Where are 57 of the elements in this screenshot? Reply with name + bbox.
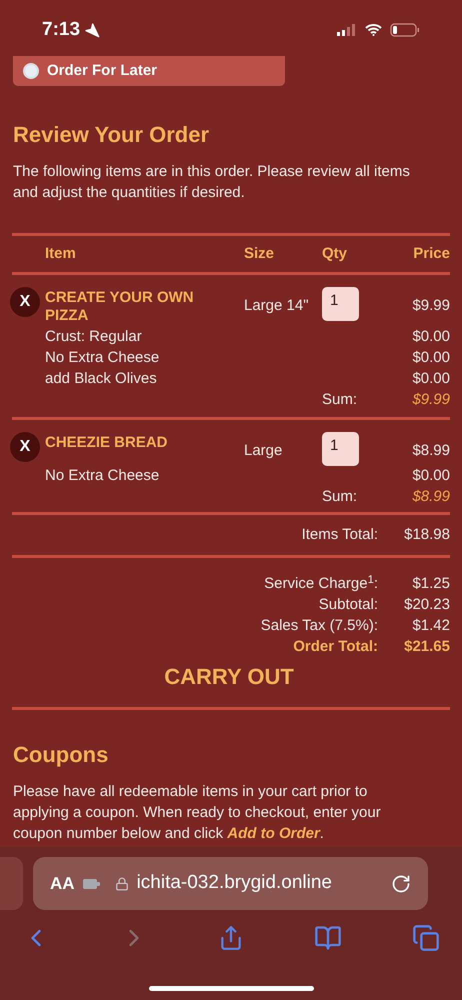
remove-button[interactable]: X — [10, 287, 40, 317]
charge-value: $1.25 — [411, 574, 450, 594]
charge-value: $21.65 — [403, 637, 450, 658]
item-option: No Extra Cheese — [45, 465, 390, 488]
quantity-field[interactable]: 1 — [322, 432, 359, 466]
option-price: $0.00 — [411, 348, 450, 368]
bookmarks-icon[interactable] — [314, 924, 342, 952]
item-sum: $9.99 — [411, 390, 450, 410]
add-to-order-link[interactable]: Add to Order — [227, 825, 320, 842]
total-label: Items Total: — [302, 524, 378, 545]
charge-label: Subtotal: — [318, 595, 378, 616]
tabs-icon[interactable] — [412, 924, 440, 952]
section-heading: Coupons — [13, 741, 110, 769]
reload-icon[interactable] — [391, 874, 411, 894]
description-text: The following items are in this order. Please review all items and adjust the quantities if desired. — [13, 162, 411, 203]
signal-icon — [337, 24, 357, 36]
option-label: Order For Later — [47, 60, 158, 81]
charge-value: $1.42 — [411, 616, 450, 636]
option-price: $0.00 — [411, 327, 450, 348]
item-price: $8.99 — [411, 441, 450, 461]
option-price: $0.00 — [411, 369, 450, 390]
location-arrow-icon — [84, 22, 100, 38]
wifi-icon — [365, 24, 382, 36]
item-option: Crust: Regular — [45, 326, 390, 349]
url-text: ichita-032.brygid.online — [136, 871, 333, 896]
option-price: $0.00 — [411, 466, 450, 486]
charge-label: Service Charge$^{1}$: — [264, 573, 378, 594]
item-sum: $8.99 — [411, 487, 450, 508]
order-type: CARRY OUT — [164, 663, 294, 691]
radio-button[interactable] — [23, 63, 39, 79]
status-time: 7:13 — [42, 18, 80, 42]
item-name: CHEEZIE BREAD — [45, 433, 169, 452]
item-price: $9.99 — [411, 296, 450, 316]
item-name: CREATE YOUR OWN PIZZA — [45, 288, 195, 325]
coupon-instructions: Please have all redeemable items in your cart prior to applying a coupon. When ready to checkout, enter your coupon number below and click Add to Order. — [13, 782, 382, 844]
sum-label: Sum: — [322, 487, 358, 508]
text-size-button[interactable]: AA — [50, 870, 75, 896]
item-size: Large — [244, 441, 284, 461]
lock-icon — [114, 876, 129, 890]
remove-button[interactable]: X — [10, 432, 40, 462]
order-for-later-option[interactable]: Order For Later — [13, 56, 285, 86]
quantity-field[interactable]: 1 — [322, 287, 359, 321]
charge-value: $20.23 — [403, 595, 450, 616]
charge-label: Order Total: — [293, 637, 378, 658]
item-option: No Extra Cheese — [45, 347, 390, 370]
section-heading: Review Your Order — [13, 121, 210, 149]
column-header: Size — [244, 244, 276, 264]
column-header: Item — [45, 244, 77, 264]
column-header: Price — [412, 244, 450, 264]
column-header: Qty — [322, 244, 348, 264]
charge-label: Sales Tax (7.5%): — [260, 616, 378, 636]
item-option: add Black Olives — [45, 368, 390, 391]
item-size: Large 14" — [244, 296, 310, 316]
address-bar[interactable]: AA ichita-032.brygid.online — [33, 857, 428, 910]
sum-label: Sum: — [322, 390, 358, 410]
battery-icon — [390, 23, 420, 37]
total-value: $18.98 — [403, 524, 450, 545]
